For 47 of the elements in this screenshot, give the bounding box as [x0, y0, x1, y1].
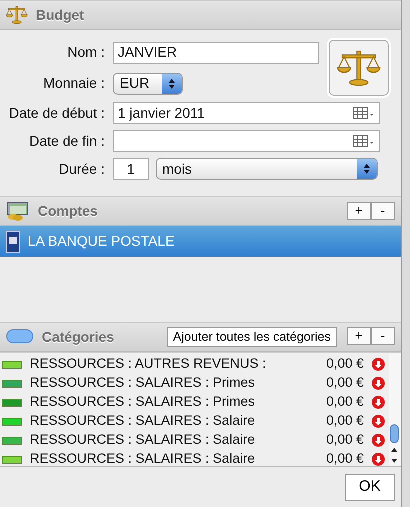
section-title: Budget: [36, 6, 84, 25]
calendar-icon: [353, 107, 375, 119]
money-icon: [6, 200, 30, 222]
duration-field[interactable]: 1: [113, 158, 149, 180]
amount: 0,00 €: [326, 355, 364, 374]
down-arrow-icon: [372, 377, 385, 390]
amount: 0,00 €: [326, 393, 364, 412]
down-arrow-icon: [372, 396, 385, 409]
down-arrow-icon: [372, 434, 385, 447]
category-name: RESSOURCES : SALAIRES : Primes: [30, 374, 256, 392]
bank-icon: [6, 230, 20, 252]
amount: 0,00 €: [326, 412, 364, 430]
name-field[interactable]: JANVIER: [113, 42, 319, 64]
category-name: RESSOURCES : SALAIRES : Primes: [30, 393, 256, 412]
field-label: Date de début :: [8, 104, 106, 122]
down-arrow-icon: [372, 415, 385, 428]
image-button[interactable]: [329, 40, 389, 96]
down-arrow-icon: [372, 358, 385, 371]
section-title: Catégories: [42, 328, 114, 347]
remove-button[interactable]: -: [371, 202, 395, 220]
category-name: RESSOURCES : SALAIRES : Salaire: [30, 431, 256, 450]
stepper-icon: [362, 163, 370, 175]
ok-button[interactable]: OK: [345, 474, 395, 500]
category-name: RESSOURCES : SALAIRES : Salaire: [30, 412, 256, 430]
currency-dropdown[interactable]: EUR: [113, 72, 183, 94]
unit-dropdown[interactable]: mois: [156, 158, 378, 180]
field-label: Monnaie :: [42, 74, 106, 93]
category-name: RESSOURCES : SALAIRES : Salaire: [30, 450, 256, 468]
down-arrow-icon: [372, 453, 385, 466]
category-name: RESSOURCES : AUTRES REVENUS :: [30, 355, 266, 374]
field-label: Nom :: [66, 43, 106, 62]
field-label: Date de fin :: [28, 132, 106, 150]
calendar-icon: [353, 135, 375, 147]
amount: 0,00 €: [326, 374, 364, 392]
add-button[interactable]: +: [347, 327, 371, 345]
stepper-icon: [168, 78, 176, 90]
add-all-button[interactable]: Ajouter toutes les catégories: [167, 327, 337, 347]
add-button[interactable]: +: [347, 202, 371, 220]
amount: 0,00 €: [326, 450, 364, 468]
amount: 0,00 €: [326, 431, 364, 450]
date-field[interactable]: 1 janvier 2011: [113, 102, 380, 124]
scrollbar[interactable]: [389, 353, 401, 466]
remove-button[interactable]: -: [371, 327, 395, 345]
section-title: Comptes: [38, 202, 98, 221]
scale-icon: [6, 4, 28, 26]
date-field[interactable]: [113, 130, 380, 152]
field-label: Durée :: [58, 160, 106, 178]
